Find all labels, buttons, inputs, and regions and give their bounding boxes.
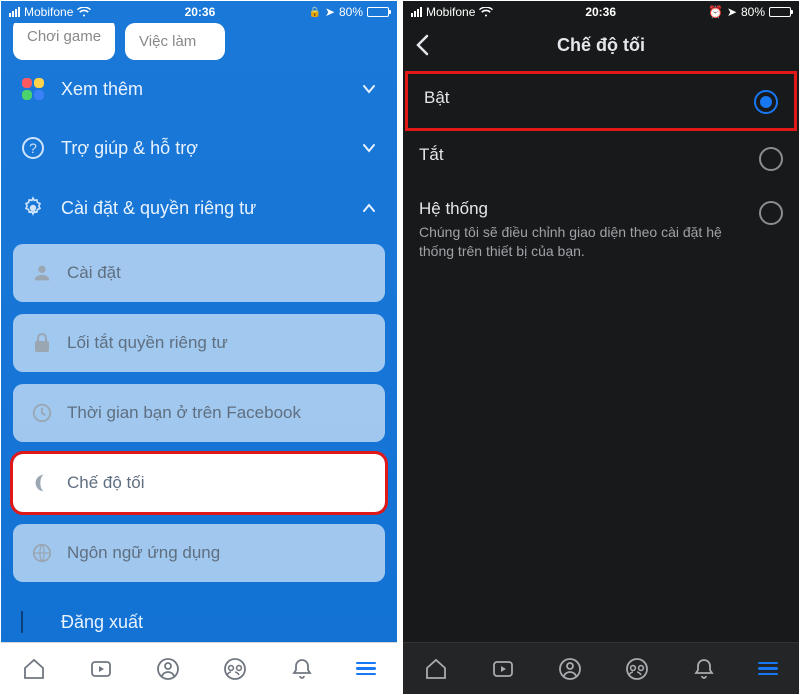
tab-watch[interactable]: [89, 657, 113, 681]
phone-settings-menu: Mobifone 20:36 🔒 ➤ 80% Chơi game Việc là…: [1, 1, 397, 694]
door-exit-icon: [21, 612, 47, 633]
menu-logout[interactable]: Đăng xuất: [1, 596, 397, 641]
back-button[interactable]: [415, 34, 429, 56]
dark-mode-options: Bật Tắt Hệ thống Chúng tôi sẽ điều chỉnh…: [403, 67, 799, 642]
settings-card-list: Cài đặt Lối tắt quyền riêng tư Thời gian…: [1, 238, 397, 588]
chip-jobs[interactable]: Việc làm: [125, 23, 225, 60]
radio-unselected-icon: [759, 201, 783, 225]
tab-bar: [403, 642, 799, 694]
tab-watch[interactable]: [491, 657, 515, 681]
privacy-lock-icon: [29, 332, 55, 354]
card-privacy-shortcut[interactable]: Lối tắt quyền riêng tư: [13, 314, 385, 372]
alarm-icon: ⏰: [708, 5, 723, 19]
menu-settings-privacy[interactable]: Cài đặt & quyền riêng tư: [1, 178, 397, 238]
tab-notifications[interactable]: [693, 657, 715, 681]
status-bar: Mobifone 20:36 ⏰ ➤ 80%: [403, 1, 799, 23]
location-icon: ➤: [325, 5, 335, 19]
battery-pct: 80%: [339, 5, 363, 19]
clock-icon: [29, 402, 55, 424]
option-off[interactable]: Tắt: [403, 131, 799, 185]
card-dark-mode[interactable]: Chế độ tối: [13, 454, 385, 512]
svg-text:?: ?: [29, 140, 37, 156]
carrier-label: Mobifone: [426, 5, 475, 19]
option-system[interactable]: Hệ thống Chúng tôi sẽ điều chỉnh giao di…: [403, 185, 799, 275]
battery-icon: [367, 7, 389, 17]
card-app-language-label: Ngôn ngữ ứng dụng: [67, 543, 220, 563]
location-icon: ➤: [727, 5, 737, 19]
battery-pct: 80%: [741, 5, 765, 19]
option-system-sub: Chúng tôi sẽ điều chỉnh giao diện theo c…: [419, 223, 745, 261]
tab-home[interactable]: [424, 657, 448, 681]
chip-games[interactable]: Chơi game: [13, 23, 115, 60]
menu-see-more[interactable]: Xem thêm: [1, 60, 397, 118]
chevron-down-icon: [359, 138, 379, 158]
menu-see-more-label: Xem thêm: [61, 79, 143, 100]
card-dark-mode-label: Chế độ tối: [67, 473, 145, 493]
menu-help[interactable]: ? Trợ giúp & hỗ trợ: [1, 118, 397, 178]
gear-icon: [19, 196, 47, 220]
signal-icon: [411, 7, 422, 17]
card-time-on-fb[interactable]: Thời gian bạn ở trên Facebook: [13, 384, 385, 442]
globe-icon: [29, 542, 55, 564]
status-time: 20:36: [493, 5, 708, 19]
page-title: Chế độ tối: [557, 35, 645, 56]
help-icon: ?: [19, 136, 47, 160]
menu-help-label: Trợ giúp & hỗ trợ: [61, 138, 198, 159]
card-app-language[interactable]: Ngôn ngữ ứng dụng: [13, 524, 385, 582]
option-on-label: Bật: [424, 88, 740, 108]
wifi-icon: [479, 7, 493, 17]
radio-selected-icon: [754, 90, 778, 114]
option-off-label: Tắt: [419, 145, 745, 165]
tab-menu[interactable]: [356, 662, 376, 676]
tab-groups[interactable]: [222, 657, 248, 681]
wifi-icon: [77, 7, 91, 17]
moon-icon: [29, 472, 55, 494]
tab-menu[interactable]: [758, 662, 778, 676]
chevron-up-icon: [359, 198, 379, 218]
menu-logout-label: Đăng xuất: [61, 612, 143, 633]
chevron-down-icon: [359, 79, 379, 99]
phone-dark-mode-screen: Mobifone 20:36 ⏰ ➤ 80% Chế độ tối Bật Tắ…: [403, 1, 799, 694]
apps-icon: [19, 78, 47, 100]
tab-notifications[interactable]: [291, 657, 313, 681]
hamburger-icon: [758, 662, 778, 676]
signal-icon: [9, 7, 20, 17]
lock-icon: 🔒: [308, 7, 320, 18]
option-on[interactable]: Bật: [405, 71, 797, 131]
option-system-label: Hệ thống: [419, 199, 745, 219]
tab-home[interactable]: [22, 657, 46, 681]
hamburger-icon: [356, 662, 376, 676]
tab-bar: [1, 642, 397, 694]
shortcut-row: Chơi game Việc làm: [1, 23, 397, 60]
tab-profile[interactable]: [156, 657, 180, 681]
card-settings[interactable]: Cài đặt: [13, 244, 385, 302]
card-time-on-fb-label: Thời gian bạn ở trên Facebook: [67, 403, 301, 423]
tab-profile[interactable]: [558, 657, 582, 681]
user-gear-icon: [29, 262, 55, 284]
radio-unselected-icon: [759, 147, 783, 171]
card-settings-label: Cài đặt: [67, 263, 121, 283]
status-bar: Mobifone 20:36 🔒 ➤ 80%: [1, 1, 397, 23]
battery-icon: [769, 7, 791, 17]
menu-settings-privacy-label: Cài đặt & quyền riêng tư: [61, 198, 256, 219]
card-privacy-shortcut-label: Lối tắt quyền riêng tư: [67, 333, 228, 353]
page-header: Chế độ tối: [403, 23, 799, 67]
carrier-label: Mobifone: [24, 5, 73, 19]
status-time: 20:36: [91, 5, 308, 19]
tab-groups[interactable]: [624, 657, 650, 681]
